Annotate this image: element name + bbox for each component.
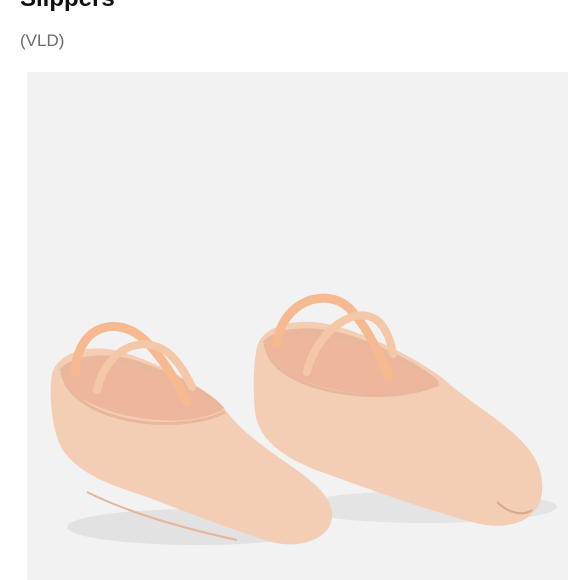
product-image[interactable] (27, 72, 568, 580)
product-title: Slippers (20, 0, 115, 12)
product-code: (VLD) (20, 31, 65, 50)
ballet-slippers-illustration (27, 72, 568, 580)
